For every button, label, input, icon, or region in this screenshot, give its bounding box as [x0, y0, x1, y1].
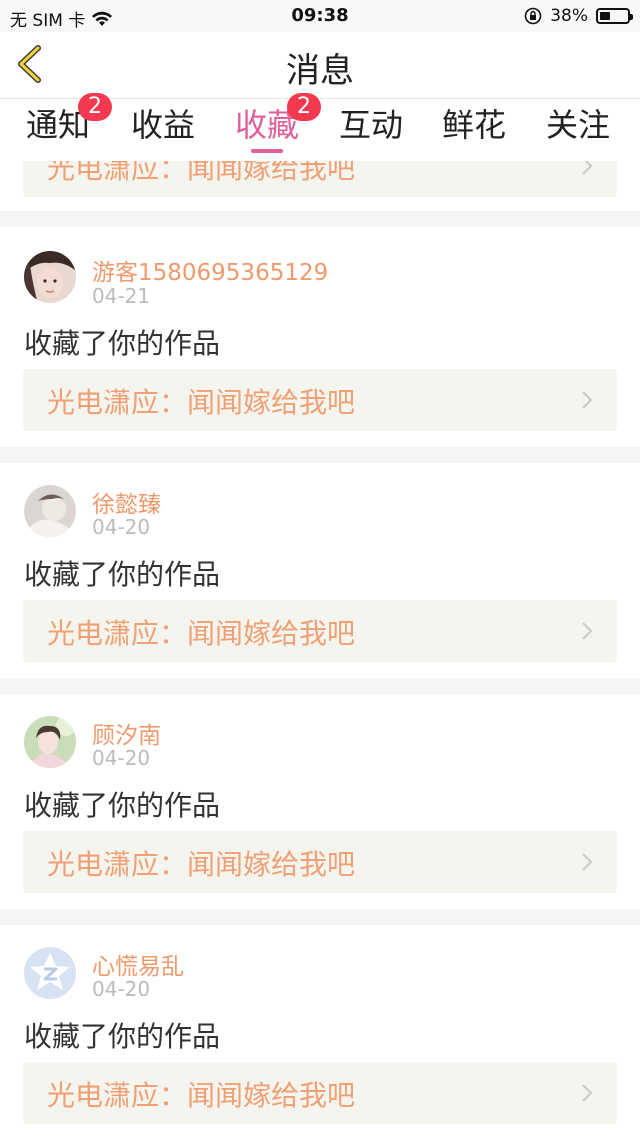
work-title: 光电潇应：闻闻嫁给我吧: [47, 386, 356, 419]
battery-percent: 38%: [550, 6, 588, 26]
tab-badge: 2: [78, 93, 113, 121]
timestamp: 04-21: [92, 284, 151, 308]
username[interactable]: 顾汐南: [92, 716, 161, 750]
message-card: 顾汐南 04-20 收藏了你的作品 光电潇应：闻闻嫁给我吧: [0, 694, 640, 909]
action-text: 收藏了你的作品: [24, 327, 221, 360]
message-card: 心慌易乱 04-20 收藏了你的作品 光电潇应：闻闻嫁给我吧: [0, 925, 640, 1138]
avatar[interactable]: [24, 947, 76, 999]
tab-bar: 通知 2 收益 收藏 2 互动 鲜花 关注: [0, 93, 640, 161]
chevron-right-icon: [582, 161, 593, 175]
message-card: 徐懿臻 04-20 收藏了你的作品 光电潇应：闻闻嫁给我吧: [0, 463, 640, 678]
timestamp: 04-20: [92, 515, 151, 539]
work-link[interactable]: 光电潇应：闻闻嫁给我吧: [23, 600, 617, 662]
avatar-image: [24, 485, 76, 537]
work-link[interactable]: 光电潇应：闻闻嫁给我吧: [23, 831, 617, 893]
message-card: 游客1580695365129 04-21 收藏了你的作品 光电潇应：闻闻嫁给我…: [0, 227, 640, 447]
tab-flowers[interactable]: 鲜花: [442, 105, 506, 155]
work-title: 光电潇应：闻闻嫁给我吧: [47, 848, 356, 881]
chevron-right-icon: [582, 622, 593, 640]
timestamp: 04-20: [92, 746, 151, 770]
default-avatar-icon: [24, 947, 76, 999]
rotation-lock-icon: [524, 7, 542, 25]
work-title: 光电潇应：闻闻嫁给我吧: [47, 1079, 356, 1112]
action-text: 收藏了你的作品: [24, 1020, 221, 1053]
tab-following[interactable]: 关注: [546, 105, 610, 155]
avatar-image: [24, 251, 76, 303]
battery-icon: [596, 8, 633, 24]
work-link[interactable]: 光电潇应：闻闻嫁给我吧: [23, 1062, 617, 1124]
nav-bar: 消息: [0, 32, 640, 99]
chevron-right-icon: [582, 1084, 593, 1102]
username[interactable]: 徐懿臻: [92, 485, 161, 519]
work-link[interactable]: 光电潇应：闻闻嫁给我吧: [23, 369, 617, 431]
avatar-image: [24, 716, 76, 768]
action-text: 收藏了你的作品: [24, 789, 221, 822]
username[interactable]: 心慌易乱: [92, 947, 184, 981]
tab-label: 鲜花: [442, 106, 507, 144]
tab-label: 互动: [339, 106, 404, 144]
work-title: 光电潇应：闻闻嫁给我吧: [47, 161, 356, 185]
chevron-right-icon: [582, 853, 593, 871]
message-card: 光电潇应：闻闻嫁给我吧: [0, 161, 640, 211]
tab-interaction[interactable]: 互动: [339, 105, 403, 155]
avatar[interactable]: [24, 251, 76, 303]
tab-label: 关注: [546, 106, 611, 144]
action-text: 收藏了你的作品: [24, 558, 221, 591]
status-bar: 无 SIM 卡 09:38 38%: [0, 0, 640, 32]
active-tab-indicator: [251, 149, 284, 153]
avatar[interactable]: [24, 716, 76, 768]
tab-notifications[interactable]: 通知 2: [26, 93, 113, 155]
tab-earnings[interactable]: 收益: [131, 105, 195, 155]
tab-badge: 2: [287, 93, 322, 121]
tab-label: 收益: [131, 106, 196, 144]
work-title: 光电潇应：闻闻嫁给我吧: [47, 617, 356, 650]
battery-level: [600, 12, 610, 20]
chevron-right-icon: [582, 391, 593, 409]
username[interactable]: 游客1580695365129: [92, 253, 328, 287]
tab-favorites[interactable]: 收藏 2: [235, 93, 322, 155]
avatar[interactable]: [24, 485, 76, 537]
timestamp: 04-20: [92, 977, 151, 1001]
page-title: 消息: [286, 51, 354, 91]
work-link[interactable]: 光电潇应：闻闻嫁给我吧: [23, 161, 617, 197]
